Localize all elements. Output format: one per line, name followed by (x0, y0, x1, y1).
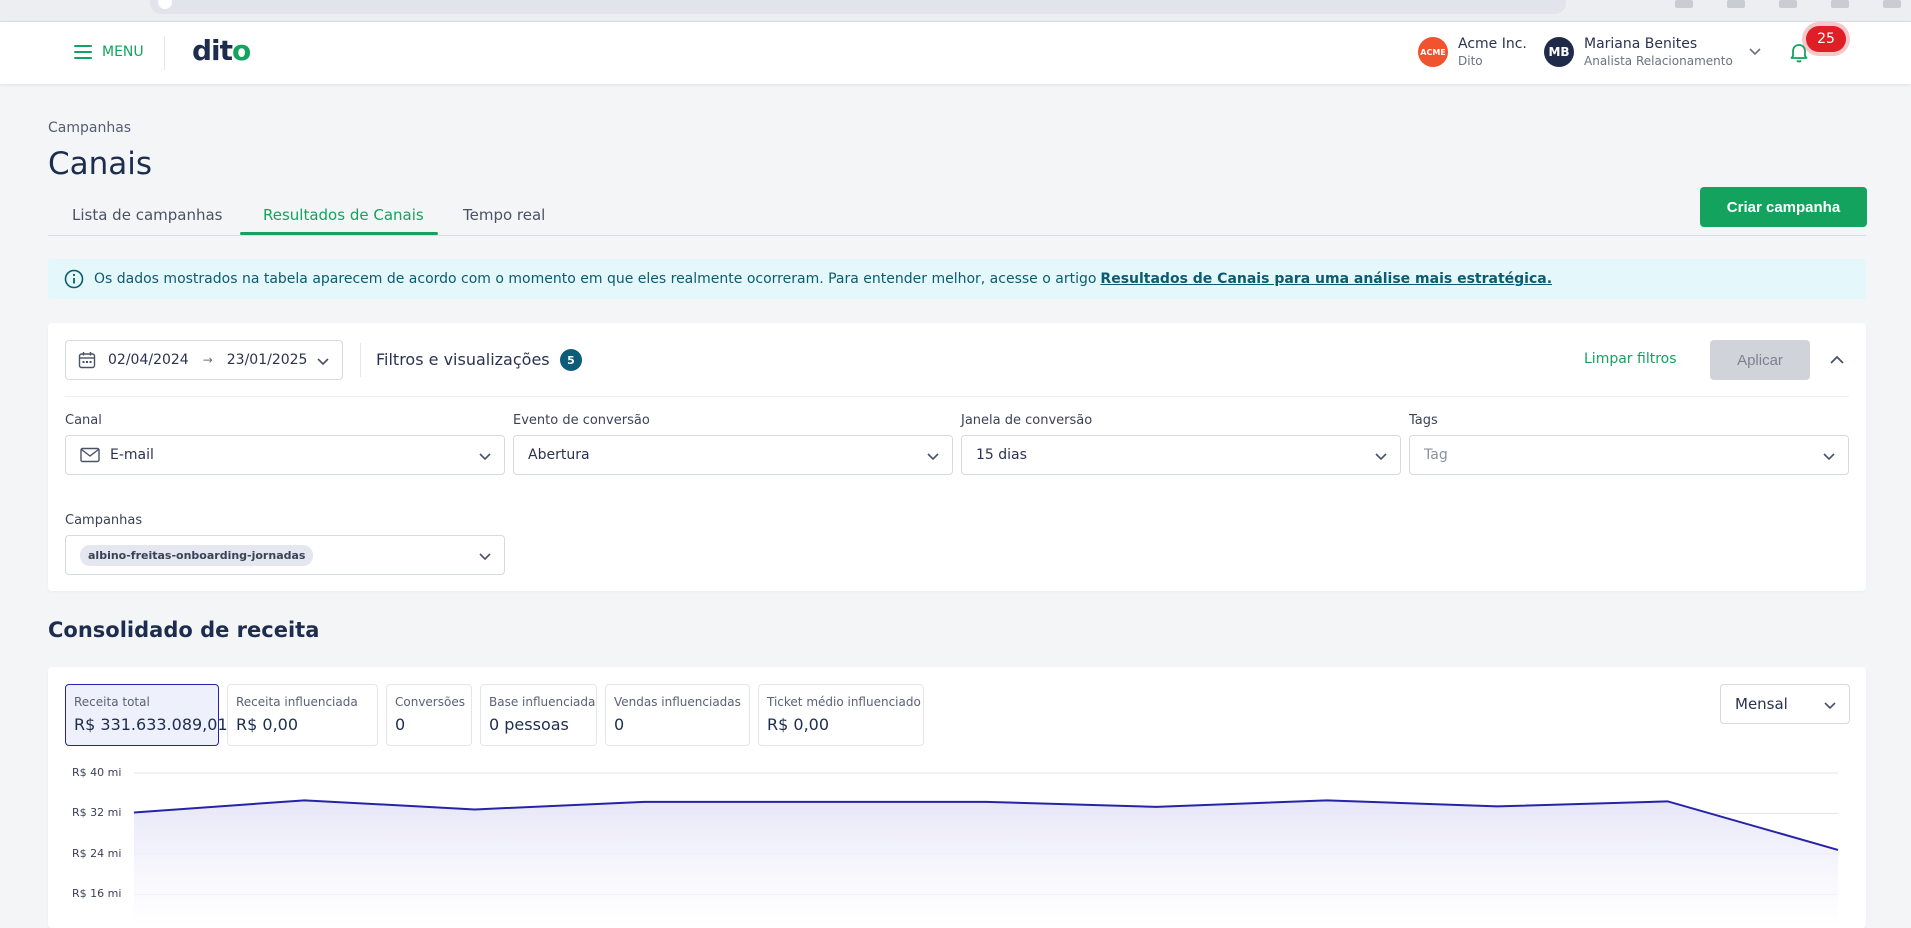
data-point[interactable] (1665, 798, 1671, 804)
dito-logo[interactable]: dito (192, 34, 251, 67)
header-divider (164, 36, 165, 70)
breadcrumb[interactable]: Campanhas (48, 120, 131, 136)
address-bar[interactable] (150, 0, 1566, 14)
evento-select[interactable]: Abertura (513, 435, 953, 475)
active-tab-indicator (240, 232, 438, 235)
filter-divider (65, 396, 1849, 397)
arrow-right-icon: → (202, 353, 213, 367)
data-point[interactable] (301, 797, 307, 803)
company-switcher[interactable]: ACME Acme Inc. Dito (1418, 36, 1527, 68)
data-point[interactable] (131, 809, 137, 815)
menu-button[interactable]: MENU (74, 44, 144, 60)
chevron-down-icon (317, 358, 329, 366)
revenue-area-chart (131, 772, 1841, 928)
chevron-down-icon (1375, 453, 1387, 461)
hamburger-icon (74, 45, 92, 59)
canal-value: E-mail (110, 447, 154, 463)
logo-text: dit (192, 34, 233, 67)
logo-suffix: o (232, 34, 251, 67)
data-point[interactable] (983, 799, 989, 805)
extension-icon[interactable] (1883, 0, 1901, 8)
tab-bar: Lista de campanhas Resultados de Canais … (48, 196, 1866, 236)
company-logo: ACME (1418, 37, 1448, 67)
site-icon (158, 0, 172, 9)
notification-badge[interactable]: 25 (1806, 26, 1846, 52)
campanhas-label: Campanhas (65, 513, 143, 528)
data-point[interactable] (472, 806, 478, 812)
user-menu[interactable]: MB Mariana Benites Analista Relacionamen… (1544, 36, 1733, 68)
date-end: 23/01/2025 (226, 352, 308, 368)
user-name: Mariana Benites (1584, 36, 1698, 52)
canal-label: Canal (65, 413, 102, 428)
tags-select[interactable]: Tag (1409, 435, 1849, 475)
filter-divider-vertical (360, 343, 361, 377)
company-sub: Dito (1458, 54, 1483, 68)
data-point[interactable] (1835, 847, 1841, 853)
info-icon (64, 269, 84, 289)
data-point[interactable] (1324, 797, 1330, 803)
extension-icon[interactable] (1727, 0, 1745, 8)
chevron-down-icon (1823, 453, 1835, 461)
series-area (134, 800, 1838, 928)
data-point[interactable] (1494, 803, 1500, 809)
canal-select[interactable]: E-mail (65, 435, 505, 475)
chevron-down-icon (479, 453, 491, 461)
filters-count-badge: 5 (560, 349, 582, 371)
extension-icon[interactable] (1779, 0, 1797, 8)
mail-icon (80, 447, 100, 463)
create-campaign-button[interactable]: Criar campanha (1700, 187, 1867, 227)
tab-tempo-real[interactable]: Tempo real (463, 206, 545, 224)
evento-value: Abertura (528, 447, 590, 463)
browser-toolbar (0, 0, 1911, 22)
page-title: Canais (48, 146, 153, 182)
avatar: MB (1544, 37, 1574, 67)
info-banner: Os dados mostrados na tabela aparecem de… (48, 259, 1866, 299)
tags-placeholder: Tag (1424, 447, 1448, 463)
campaign-chip[interactable]: albino-freitas-onboarding-jornadas (80, 544, 314, 566)
extension-icon[interactable] (1675, 0, 1693, 8)
clear-filters-link[interactable]: Limpar filtros (1584, 351, 1677, 367)
app-header: MENU dito ACME Acme Inc. Dito MB Mariana… (0, 22, 1911, 84)
evento-label: Evento de conversão (513, 413, 650, 428)
revenue-section-title: Consolidado de receita (48, 618, 320, 642)
date-start: 02/04/2024 (108, 352, 189, 368)
menu-label: MENU (102, 44, 144, 60)
janela-select[interactable]: 15 dias (961, 435, 1401, 475)
data-point[interactable] (1153, 804, 1159, 810)
company-name: Acme Inc. (1458, 36, 1527, 52)
revenue-panel: Receita total R$ 331.633.089,01 Receita … (48, 667, 1866, 928)
data-point[interactable] (642, 799, 648, 805)
tags-label: Tags (1409, 413, 1438, 428)
tab-lista-de-campanhas[interactable]: Lista de campanhas (72, 206, 222, 224)
user-role: Analista Relacionamento (1584, 54, 1733, 68)
chevron-down-icon (927, 453, 939, 461)
data-point[interactable] (813, 799, 819, 805)
calendar-icon (78, 352, 96, 369)
extension-icon[interactable] (1831, 0, 1849, 8)
banner-text: Os dados mostrados na tabela aparecem de… (94, 271, 1097, 287)
chevron-up-icon[interactable] (1828, 351, 1846, 369)
apply-button[interactable]: Aplicar (1710, 340, 1810, 380)
chevron-down-icon (479, 553, 491, 561)
filters-panel: 02/04/2024 → 23/01/2025 Filtros e visual… (48, 323, 1866, 591)
filters-title: Filtros e visualizações (376, 350, 550, 369)
tab-resultados-de-canais[interactable]: Resultados de Canais (263, 206, 424, 224)
chevron-down-icon[interactable] (1748, 44, 1762, 58)
campanhas-select[interactable]: albino-freitas-onboarding-jornadas (65, 535, 505, 575)
janela-label: Janela de conversão (961, 413, 1093, 428)
browser-extension-icons (1675, 0, 1901, 8)
banner-article-link[interactable]: Resultados de Canais para uma análise ma… (1100, 271, 1552, 287)
date-range-picker[interactable]: 02/04/2024 → 23/01/2025 (65, 340, 343, 380)
janela-value: 15 dias (976, 447, 1027, 463)
